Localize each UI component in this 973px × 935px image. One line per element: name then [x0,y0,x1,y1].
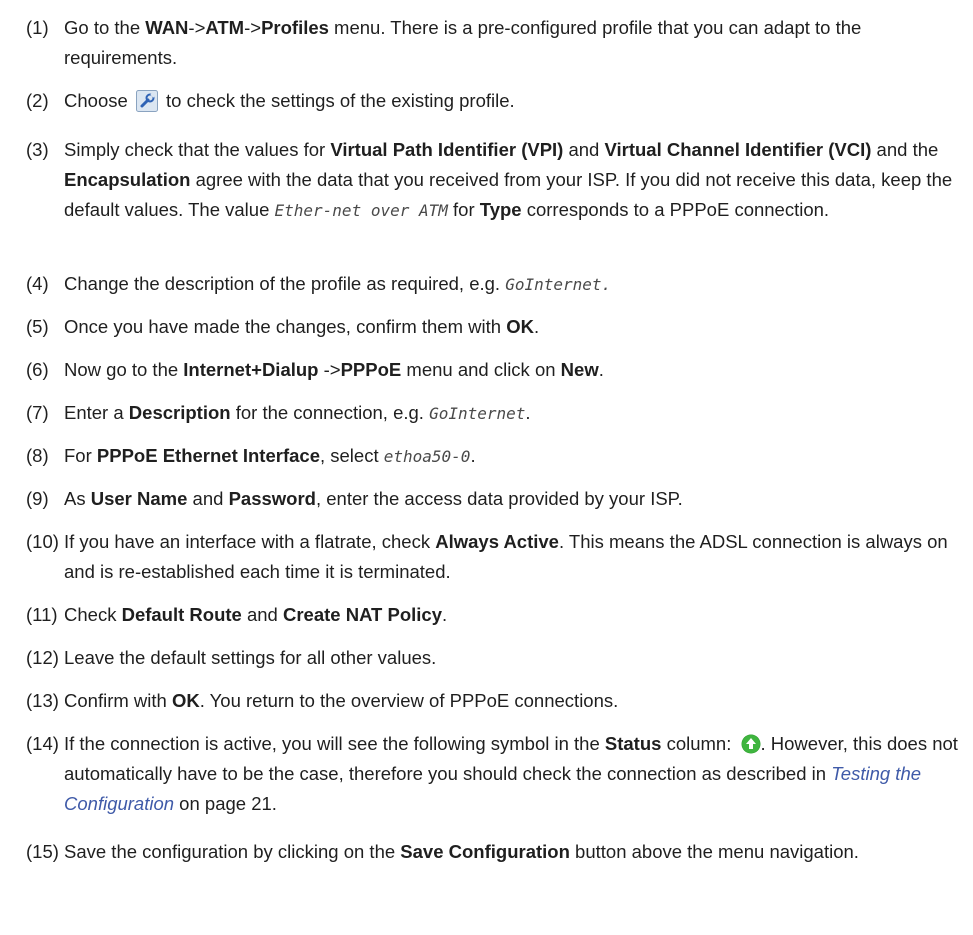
step-text: Once you have made the changes, confirm … [64,316,540,337]
step-text: If you have an interface with a flatrate… [64,531,948,582]
step-text: Simply check that the values for Virtual… [64,139,953,220]
step-text: Choose to check the settings of the exis… [64,90,515,112]
step-number: (13) [26,690,59,711]
step-number: (2) [26,90,49,111]
step-number: (11) [26,604,58,625]
step-text: Change the description of the profile as… [64,273,612,294]
step-text: Leave the default settings for all other… [64,647,437,668]
step-number: (15) [26,841,59,862]
step-number: (9) [26,488,49,509]
step-number: (7) [26,402,49,423]
step-text: Go to the WAN->ATM->Profiles menu. There… [64,17,862,68]
instruction-steps: (1) Go to the WAN->ATM->Profiles menu. T… [0,0,973,935]
step-text: If the connection is active, you will se… [64,733,958,814]
step-text: For PPPoE Ethernet Interface, select eth… [64,445,476,466]
step-text: Save the configuration by clicking on th… [64,841,859,862]
step-number: (8) [26,445,49,466]
step-number: (14) [26,733,59,754]
step-number: (1) [26,17,49,38]
step-number: (10) [26,531,59,552]
step-number: (5) [26,316,49,337]
step-number: (4) [26,273,49,294]
status-active-icon [741,733,761,754]
step-text: Enter a Description for the connection, … [64,402,531,423]
step-text: Confirm with OK. You return to the overv… [64,690,619,711]
step-number: (12) [26,647,59,668]
step-text: As User Name and Password, enter the acc… [64,488,683,509]
step-number: (3) [26,139,49,160]
step-text: Now go to the Internet+Dialup ->PPPoE me… [64,359,604,380]
wrench-icon [135,90,158,112]
step-number: (6) [26,359,49,380]
step-text: Check Default Route and Create NAT Polic… [64,604,448,625]
